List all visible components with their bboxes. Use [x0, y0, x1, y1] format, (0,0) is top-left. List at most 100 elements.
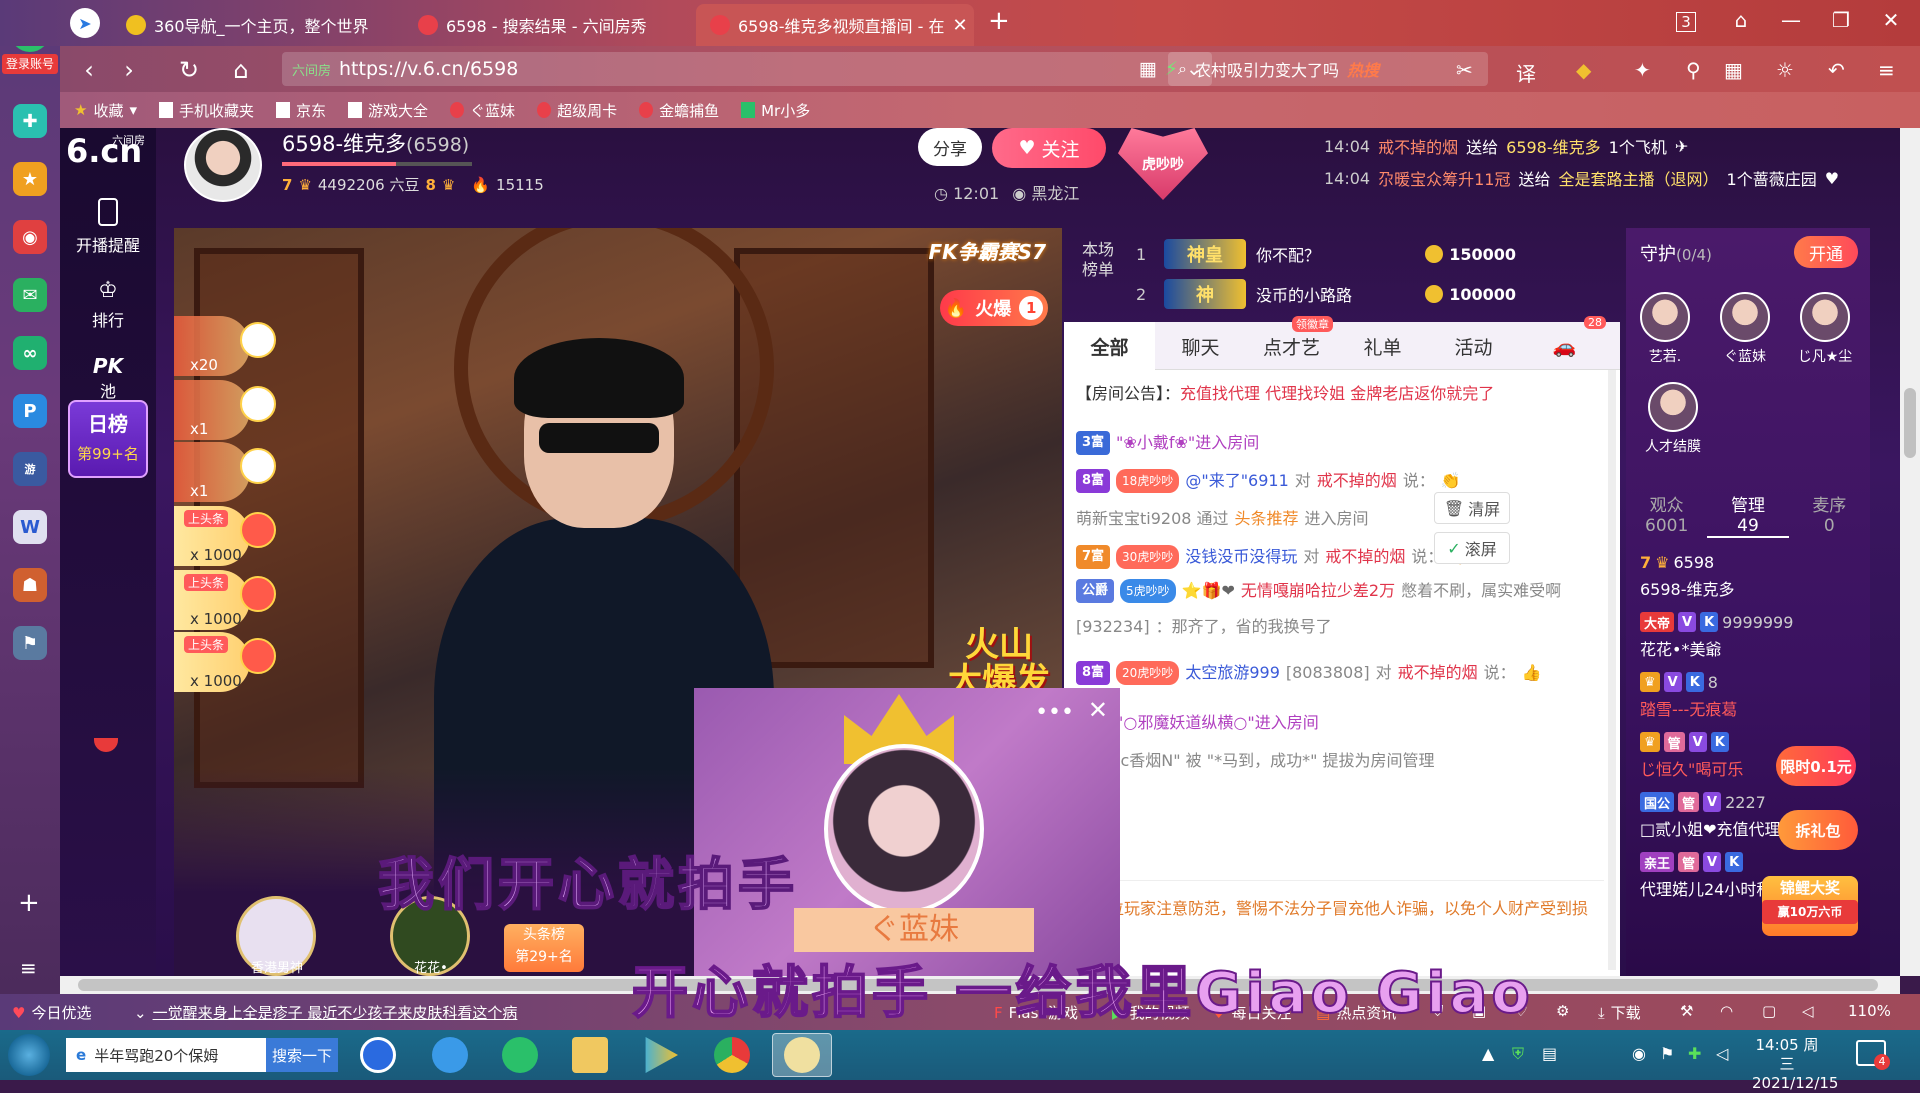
taskbar-app[interactable] [560, 1033, 620, 1077]
coin-icon[interactable]: ◆ [1576, 58, 1591, 82]
gamepad-icon[interactable]: ✦ [1634, 58, 1651, 82]
taskbar-search-field[interactable]: e 半年骂跑20个保姆 [66, 1038, 266, 1072]
avatar[interactable] [240, 512, 276, 548]
bookmark-mobile[interactable]: 手机收藏夹 [159, 100, 254, 121]
list-item[interactable]: 7 ♛ 6598 6598-维克多 [1640, 548, 1864, 608]
apps-grid-icon[interactable]: ▦ [1724, 58, 1743, 82]
scroll-thumb[interactable] [1904, 388, 1916, 458]
favorites-icon[interactable]: ★ [13, 162, 47, 196]
close-icon[interactable]: ✕ [1088, 696, 1108, 724]
tab-count-icon[interactable]: 3 [1676, 12, 1696, 32]
guard-member[interactable]: 艺若. [1638, 292, 1692, 366]
bookmark-lanmei[interactable]: ぐ蓝妹 [450, 100, 515, 121]
volume-icon[interactable]: ◁ [1716, 1044, 1728, 1063]
bookmark-jd[interactable]: 京东 [276, 100, 326, 121]
taskbar-app[interactable] [420, 1033, 480, 1077]
shield-icon[interactable]: ⛨ [1512, 1044, 1524, 1064]
avatar[interactable] [240, 448, 276, 484]
promo-koi-prize[interactable]: 锦鲤大奖 赢10万六币 [1762, 876, 1858, 936]
weibo-icon[interactable]: ◉ [13, 220, 47, 254]
ranking-row[interactable]: 1 神皇 你不配？ 150000 [1136, 236, 1516, 272]
nav-live-reminder[interactable]: 开播提醒 [60, 198, 156, 256]
shirt-icon[interactable]: ⌂ [1726, 8, 1756, 32]
new-tab-button[interactable]: + [988, 6, 1010, 36]
share-button[interactable]: 分享 [918, 128, 982, 166]
bookmark-favorites[interactable]: ★ 收藏 ▾ [74, 100, 137, 121]
promo-gift-pack[interactable]: 拆礼包 [1778, 810, 1858, 850]
start-button[interactable] [8, 1034, 50, 1076]
taskbar-app[interactable] [702, 1033, 762, 1077]
guard-member[interactable]: じ凡★尘 [1790, 292, 1860, 366]
bookmark-fishing[interactable]: 金蟾捕鱼 [639, 100, 719, 121]
bookmark-weekly-card[interactable]: 超级周卡 [537, 100, 617, 121]
sidebar-menu-icon[interactable]: ≡ [20, 956, 37, 980]
tab-audience[interactable]: 观众 6001 [1626, 496, 1707, 538]
undo-icon[interactable]: ↶ [1828, 58, 1845, 82]
list-item[interactable]: 大帝 V K 9999999 花花•*美爺 [1640, 608, 1864, 668]
login-button[interactable]: 登录账号 [2, 54, 58, 74]
tray-up-icon[interactable]: ▲ [1482, 1044, 1494, 1063]
promo-limited-offer[interactable]: 限时0.1元 [1776, 746, 1856, 786]
reload-icon[interactable]: ↻ [174, 56, 204, 84]
tab-360-nav[interactable]: 360导航_一个主页，整个世界 [112, 4, 402, 46]
guard-member[interactable]: ぐ蓝妹 [1710, 292, 1780, 366]
p-app-icon[interactable]: P [13, 394, 47, 428]
restore-icon[interactable]: ❐ [1826, 8, 1856, 32]
avatar[interactable] [240, 322, 276, 358]
chat-scrollbar[interactable] [1608, 370, 1616, 970]
taskbar-clock[interactable]: 14:05 周三 2021/12/15 [1752, 1036, 1838, 1093]
tab-chat[interactable]: 聊天 [1155, 322, 1246, 370]
sidebar-app-icon[interactable]: ✚ [13, 104, 47, 138]
tools-icon[interactable]: ⚒ [1680, 1002, 1693, 1020]
qr-icon[interactable]: ▦ [1139, 58, 1157, 80]
nav-pk-pool[interactable]: PK 池 [60, 354, 156, 402]
more-icon[interactable]: ••• [1035, 700, 1074, 725]
bookmark-mr-xiaoduo[interactable]: Mr小多 [741, 100, 810, 121]
doc-app-icon[interactable]: W [13, 510, 47, 544]
open-guard-button[interactable]: 开通 [1794, 236, 1858, 268]
chat-messages[interactable]: 【房间公告】：充值找代理 代理找玲姐 金牌老店返你就完了 3富 "❀小戴f❀"进… [1064, 370, 1604, 880]
bookmark-games[interactable]: 游戏大全 [348, 100, 428, 121]
tab-search-results[interactable]: 6598 - 搜索结果 - 六间房秀 [404, 4, 694, 46]
close-window-icon[interactable]: ✕ [1876, 8, 1906, 32]
ranking-row[interactable]: 2 神 没币的小路路 100000 [1136, 276, 1516, 312]
tab-mic-queue[interactable]: 麦序 0 [1789, 496, 1870, 538]
list-item[interactable]: ♛ V K 8 踏雪---无痕葛 [1640, 668, 1864, 728]
tab-admin[interactable]: 管理 49 [1707, 496, 1789, 538]
taskbar-search-button[interactable]: 搜索一下 [266, 1038, 338, 1072]
volume-icon[interactable]: ◁ [1802, 1002, 1814, 1020]
game-app-icon[interactable]: 游 [13, 452, 47, 486]
tab-gift-list[interactable]: 礼单 [1337, 322, 1428, 370]
nav-ranking[interactable]: ♔ 排行 [60, 278, 156, 331]
back-icon[interactable]: ‹ [74, 56, 104, 84]
magnifier-icon[interactable]: ⚲ [1686, 58, 1701, 82]
tab-all[interactable]: 全部 [1064, 322, 1155, 370]
home-icon[interactable]: ⌂ [226, 56, 256, 84]
headline-rank-badge[interactable]: 头条榜 第29+名 [504, 924, 584, 972]
translate-icon[interactable]: 译 [1516, 58, 1536, 87]
forward-icon[interactable]: › [114, 56, 144, 84]
network-icon[interactable]: ▤ [1542, 1044, 1557, 1063]
page-vertical-scrollbar[interactable] [1900, 128, 1920, 976]
game2-app-icon[interactable]: ☗ [13, 568, 47, 602]
scroll-screen-button[interactable]: ✓ 滚屏 [1434, 532, 1510, 564]
news-ticker[interactable]: ⌄ 一觉醒来身上全是疹子 最近不少孩子来皮肤科看这个病 [134, 1002, 517, 1023]
taskbar-app-active[interactable] [772, 1033, 832, 1077]
tab-live-room[interactable]: 6598-维克多视频直播间 - 在 ✕ [696, 4, 974, 46]
avatar[interactable] [240, 638, 276, 674]
address-bar[interactable]: 六间房 https://v.6.cn/6598 ▦ ⚡ ⌄ [282, 52, 1212, 86]
taskbar-app[interactable] [348, 1033, 408, 1077]
taskbar-app[interactable] [490, 1033, 550, 1077]
window-icon[interactable]: ▢ [1762, 1002, 1776, 1020]
clear-screen-button[interactable]: 🗑 清屏 [1434, 492, 1510, 524]
taskbar-app[interactable] [630, 1033, 690, 1077]
game3-app-icon[interactable]: ⚑ [13, 626, 47, 660]
search-box[interactable]: ⌕ 农村吸引力变大了吗 热搜 [1168, 52, 1488, 86]
minimize-icon[interactable]: — [1776, 8, 1806, 32]
daily-rank-card[interactable]: 日榜 第99+名 [68, 400, 148, 478]
add-sidebar-icon[interactable]: + [18, 888, 40, 918]
download-link[interactable]: ⤓ 下载 [1598, 1002, 1641, 1023]
search-input[interactable]: 农村吸引力变大了吗 [1195, 57, 1339, 81]
close-tab-icon[interactable]: ✕ [952, 15, 967, 36]
guard-member[interactable]: 人才结膜 [1638, 382, 1708, 456]
